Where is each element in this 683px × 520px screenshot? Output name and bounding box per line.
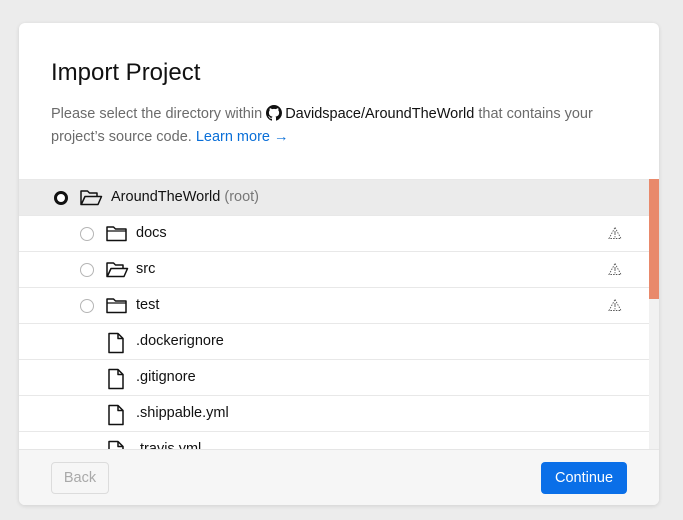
tree-row-root[interactable]: AroundTheWorld (root) xyxy=(19,180,649,216)
tree-row-label: src xyxy=(136,261,156,277)
back-button[interactable]: Back xyxy=(51,462,109,494)
tree-row-folder[interactable]: docs xyxy=(19,216,649,252)
dialog-description: Please select the directory within David… xyxy=(51,103,631,149)
tree-row-label: docs xyxy=(136,225,167,241)
tree-row-label: AroundTheWorld (root) xyxy=(111,189,260,205)
file-icon xyxy=(107,368,125,394)
tree-row-file: .shippable.yml xyxy=(19,396,649,432)
root-radio[interactable] xyxy=(54,191,68,205)
folder-open-icon xyxy=(79,188,103,212)
github-icon xyxy=(266,105,283,121)
folder-radio[interactable] xyxy=(80,227,94,241)
tree-scrollbar[interactable] xyxy=(649,179,659,449)
repo-name: Davidspace/AroundTheWorld xyxy=(285,106,475,122)
tree-row-file: .dockerignore xyxy=(19,324,649,360)
tree-row-label: test xyxy=(136,297,160,313)
learn-more-link[interactable]: Learn more → xyxy=(196,129,289,145)
warning-icon xyxy=(608,298,622,316)
directory-tree: AroundTheWorld (root) docs src test .doc… xyxy=(19,179,659,449)
folder-icon xyxy=(105,224,129,248)
tree-row-label: .travis.yml xyxy=(136,441,202,449)
description-prefix: Please select the directory within xyxy=(51,106,263,122)
tree-row-label: .dockerignore xyxy=(136,333,224,349)
tree-row-file: .gitignore xyxy=(19,360,649,396)
import-project-dialog: Import Project Please select the directo… xyxy=(19,23,659,505)
tree-row-label: .gitignore xyxy=(136,369,196,385)
tree-row-folder[interactable]: test xyxy=(19,288,649,324)
scrollbar-thumb[interactable] xyxy=(649,179,659,299)
dialog-footer: Back Continue xyxy=(19,449,659,505)
folder-icon xyxy=(105,296,129,320)
repo-reference: Davidspace/AroundTheWorld xyxy=(266,105,475,122)
file-icon xyxy=(107,332,125,358)
warning-icon xyxy=(608,262,622,280)
tree-row-file: .travis.yml xyxy=(19,432,649,449)
folder-open-icon xyxy=(105,260,129,284)
warning-icon xyxy=(608,226,622,244)
tree-row-folder[interactable]: src xyxy=(19,252,649,288)
folder-radio[interactable] xyxy=(80,299,94,313)
file-icon xyxy=(107,404,125,430)
tree-row-label: .shippable.yml xyxy=(136,405,229,421)
root-suffix: (root) xyxy=(224,189,260,205)
dialog-title: Import Project xyxy=(51,59,201,86)
continue-button[interactable]: Continue xyxy=(541,462,627,494)
folder-radio[interactable] xyxy=(80,263,94,277)
file-icon xyxy=(107,440,125,449)
